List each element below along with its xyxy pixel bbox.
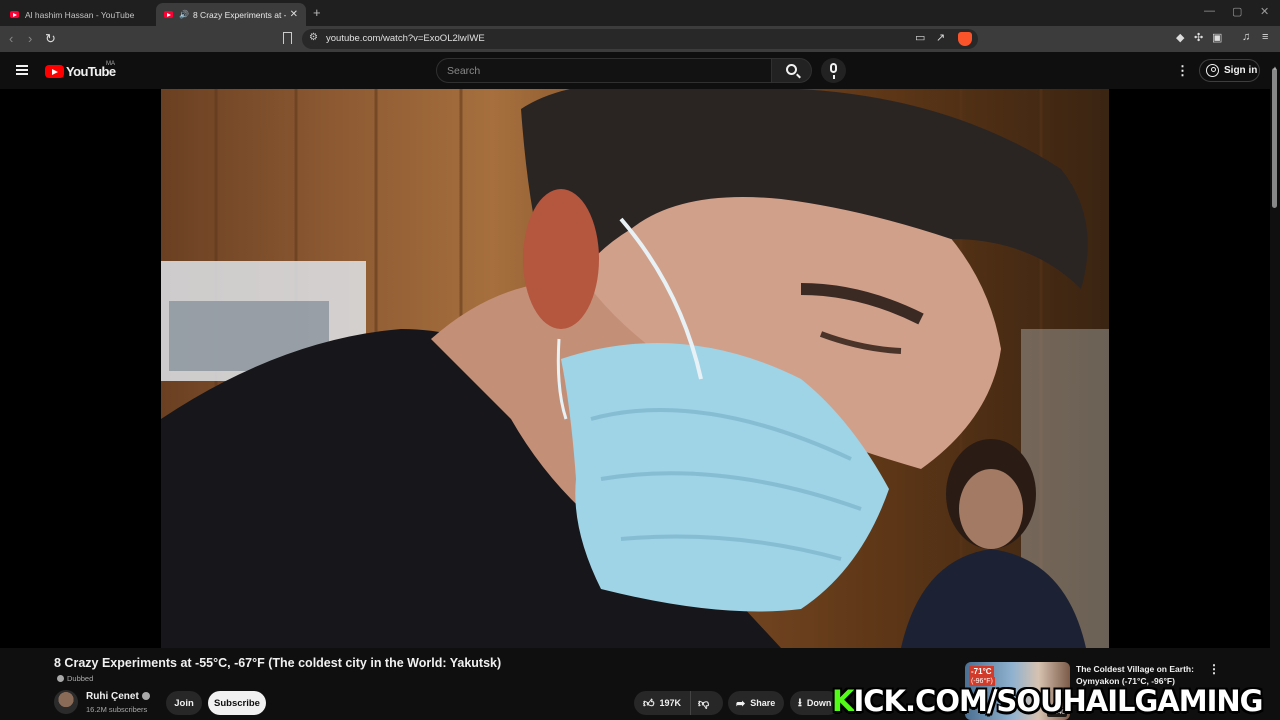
like-button[interactable]: 👍︎ 197K	[634, 691, 692, 715]
address-toolbar: ‹ › ↻ ⚙ youtube.com/watch?v=ExoOL2lwIWE …	[0, 26, 1280, 52]
browser-menu-icon[interactable]: ≡	[1262, 31, 1268, 43]
settings-menu-icon[interactable]: ⋮	[1176, 63, 1189, 79]
dubbed-badge: Dubbed	[57, 674, 93, 683]
verified-icon	[141, 692, 150, 700]
microphone-icon	[830, 63, 837, 73]
minimize-icon[interactable]: —	[1204, 5, 1215, 17]
sidebar-icon[interactable]: ▣	[1212, 31, 1222, 44]
new-tab-button[interactable]: +	[313, 5, 321, 20]
sign-in-label: Sign in	[1224, 65, 1258, 76]
video-frame	[161, 89, 1109, 648]
tab-label: 8 Crazy Experiments at -55°C	[192, 9, 286, 20]
microphone-stand	[832, 75, 835, 79]
back-icon[interactable]: ‹	[9, 31, 13, 46]
youtube-favicon-icon	[10, 11, 19, 18]
close-window-icon[interactable]: ✕	[1260, 5, 1269, 18]
youtube-masthead: YouTube MA Search ⋮ Sign in	[0, 52, 1280, 89]
leo-icon[interactable]: ◆	[1176, 31, 1184, 44]
dislike-button[interactable]: 👎︎	[691, 697, 714, 710]
video-title: 8 Crazy Experiments at -55°C, -67°F (The…	[54, 656, 502, 670]
kick-url: ICK.COM/SOUHAILGAMING	[853, 684, 1263, 718]
share-label: Share	[750, 698, 776, 708]
share-button[interactable]: ➦ Share	[728, 691, 784, 715]
page-scrollbar[interactable]	[1270, 52, 1280, 720]
address-bar[interactable]: ⚙ youtube.com/watch?v=ExoOL2lwIWE	[302, 29, 978, 49]
hamburger-menu-icon[interactable]	[16, 65, 28, 75]
youtube-favicon-icon	[164, 11, 173, 18]
join-button[interactable]: Join	[166, 691, 202, 715]
like-count: 197K	[659, 698, 682, 708]
download-icon: ⭳	[798, 696, 802, 709]
thumbs-up-icon: 👍︎	[643, 697, 655, 710]
site-info-icon[interactable]: ⚙	[309, 32, 318, 43]
dubbed-label: Dubbed	[67, 674, 94, 683]
browser-tab-channel[interactable]: Al hashim Hassan - YouTube	[2, 3, 154, 26]
channel-name-row[interactable]: Ruhi Çenet	[86, 691, 150, 702]
url-text[interactable]: youtube.com/watch?v=ExoOL2lwIWE	[326, 33, 485, 44]
download-label: Down	[806, 698, 832, 708]
scroll-up-arrow-icon[interactable]: ▲	[1272, 66, 1278, 72]
share-page-icon[interactable]: ↗	[936, 31, 945, 44]
kick-prefix: K	[832, 684, 855, 718]
youtube-play-icon	[45, 65, 64, 78]
forward-icon[interactable]: ›	[28, 31, 32, 46]
speaker-icon[interactable]: 🔊	[179, 10, 189, 19]
browser-tab-video[interactable]: 🔊 8 Crazy Experiments at -55°C ✕	[156, 3, 306, 26]
tab-label: Al hashim Hassan - YouTube	[25, 9, 135, 20]
restore-icon[interactable]: ▢	[1232, 5, 1242, 18]
bookmark-icon[interactable]	[283, 32, 292, 44]
brave-shields-icon[interactable]	[958, 32, 972, 46]
voice-search-button[interactable]	[821, 58, 846, 83]
close-tab-icon[interactable]: ✕	[290, 9, 298, 20]
search-button[interactable]	[771, 58, 812, 83]
youtube-logo[interactable]: YouTube	[45, 64, 116, 79]
cast-icon[interactable]: ▭	[915, 31, 925, 44]
sign-in-button[interactable]: Sign in	[1199, 59, 1260, 82]
like-dislike-group: 👍︎ 197K 👎︎	[634, 691, 723, 715]
country-code: MA	[106, 61, 115, 67]
kick-watermark: KICK.COM/SOUHAILGAMING	[832, 684, 1263, 718]
channel-avatar[interactable]	[54, 690, 78, 714]
subscribe-button[interactable]: Subscribe	[208, 691, 266, 715]
video-player[interactable]	[161, 89, 1109, 648]
search-placeholder: Search	[447, 65, 481, 77]
share-icon: ➦	[736, 697, 746, 710]
subscriber-count: 16.2M subscribers	[86, 705, 148, 714]
thumbs-down-icon: 👎︎	[698, 697, 710, 710]
account-icon	[1206, 64, 1219, 77]
media-icon[interactable]: ♫	[1242, 31, 1250, 43]
dubbed-icon	[57, 675, 64, 682]
thumbnail-temp-text: -71°C	[969, 666, 994, 677]
extensions-icon[interactable]: ✣	[1194, 31, 1203, 44]
search-icon	[786, 64, 797, 75]
scrollbar-thumb[interactable]	[1272, 68, 1277, 208]
more-actions-icon[interactable]: ⋮	[1208, 662, 1220, 676]
channel-name[interactable]: Ruhi Çenet	[86, 691, 139, 702]
reload-icon[interactable]: ↻	[45, 31, 56, 47]
browser-tab-strip: Al hashim Hassan - YouTube 🔊 8 Crazy Exp…	[0, 0, 1280, 26]
search-input[interactable]: Search	[436, 58, 772, 83]
